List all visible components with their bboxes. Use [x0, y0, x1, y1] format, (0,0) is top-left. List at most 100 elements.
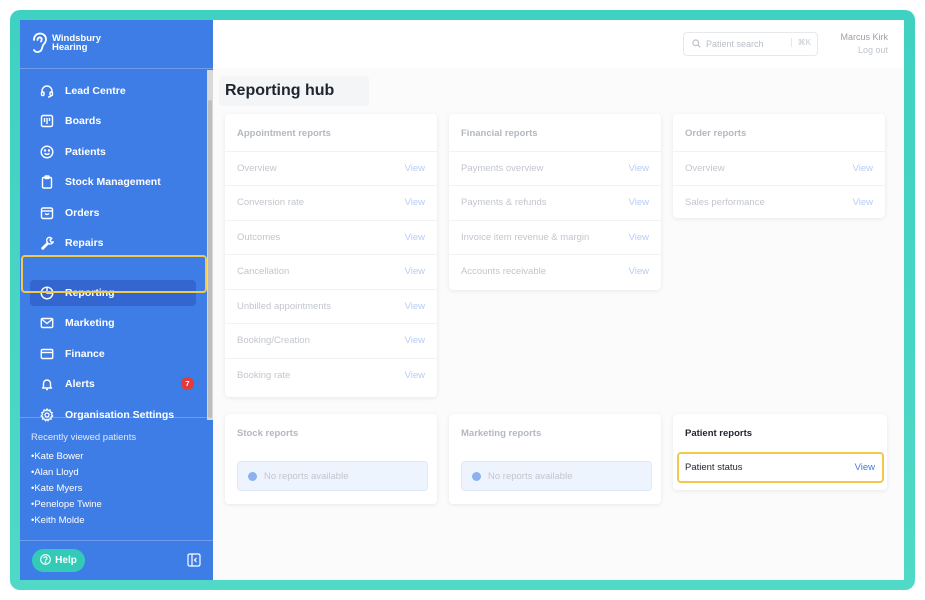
sidebar-item-stock-management[interactable]: Stock Management	[30, 169, 196, 195]
sidebar-item-label: Stock Management	[65, 176, 161, 188]
sidebar-item-finance[interactable]: Finance	[30, 341, 196, 367]
smile-icon	[40, 145, 54, 159]
report-row[interactable]: Sales performance View	[673, 185, 885, 219]
card-title: Financial reports	[461, 128, 538, 139]
view-link[interactable]: View	[853, 163, 873, 174]
recent-patients-list: Kate Bower Alan Lloyd Kate Myers Penelop…	[31, 449, 136, 529]
report-row[interactable]: Invoice item revenue & margin View	[449, 220, 661, 254]
report-row[interactable]: Overview View	[673, 151, 885, 185]
report-row[interactable]: Outcomes View	[225, 220, 437, 254]
sidebar-item-patients[interactable]: Patients	[30, 139, 196, 165]
sidebar-item-label: Orders	[65, 207, 100, 219]
recent-patient-link[interactable]: Keith Molde	[31, 513, 136, 529]
sidebar-item-orders[interactable]: Orders	[30, 200, 196, 226]
patient-status-highlight-outline	[677, 452, 884, 483]
view-link[interactable]: View	[405, 163, 425, 174]
report-row[interactable]: Conversion rate View	[225, 185, 437, 219]
view-link[interactable]: View	[629, 163, 649, 174]
report-row[interactable]: Accounts receivable View	[449, 254, 661, 288]
recently-viewed-patients: Recently viewed patients Kate Bower Alan…	[31, 432, 136, 529]
patient-reports-card: Patient reports Patient status View	[673, 414, 887, 490]
marketing-reports-card: Marketing reports No reports available	[449, 414, 661, 504]
report-row[interactable]: Booking/Creation View	[225, 323, 437, 357]
report-name: Accounts receivable	[461, 266, 547, 277]
sidebar-item-label: Alerts	[65, 378, 95, 390]
view-link[interactable]: View	[629, 266, 649, 277]
question-circle-icon	[40, 553, 52, 568]
empty-state: No reports available	[237, 461, 428, 491]
report-row[interactable]: Booking rate View	[225, 358, 437, 392]
gear-icon	[40, 408, 54, 422]
ear-icon	[30, 32, 48, 54]
report-name: Payments overview	[461, 163, 544, 174]
report-name: Unbilled appointments	[237, 301, 332, 312]
view-link[interactable]: View	[405, 301, 425, 312]
sidebar-item-boards[interactable]: Boards	[30, 108, 196, 134]
stock-reports-card: Stock reports No reports available	[225, 414, 437, 504]
report-name: Overview	[685, 163, 725, 174]
view-link[interactable]: View	[405, 370, 425, 381]
view-link[interactable]: View	[405, 197, 425, 208]
search-placeholder: Patient search	[706, 39, 764, 49]
recent-patient-link[interactable]: Penelope Twine	[31, 497, 136, 513]
sidebar-item-repairs[interactable]: Repairs	[30, 230, 196, 256]
collapse-sidebar-icon[interactable]	[187, 553, 201, 567]
card-title: Marketing reports	[461, 428, 542, 439]
logout-link[interactable]: Log out	[840, 45, 888, 55]
sidebar-item-organisation-settings[interactable]: Organisation Settings	[30, 402, 196, 428]
sidebar-item-lead-centre[interactable]: Lead Centre	[30, 78, 196, 104]
sidebar: Windsbury Hearing Lead Centre Boards Pat…	[20, 20, 213, 580]
report-name: Sales performance	[685, 197, 765, 208]
report-name: Conversion rate	[237, 197, 305, 208]
sidebar-item-label: Marketing	[65, 317, 115, 329]
pie-chart-icon	[40, 286, 54, 300]
sidebar-item-label: Boards	[65, 115, 102, 127]
report-name: Invoice item revenue & margin	[461, 232, 590, 243]
report-name: Booking rate	[237, 370, 291, 381]
divider	[20, 540, 213, 541]
sidebar-item-reporting[interactable]: Reporting	[30, 280, 196, 306]
report-row[interactable]: Cancellation View	[225, 254, 437, 288]
card-title: Order reports	[685, 128, 747, 139]
view-link[interactable]: View	[629, 197, 649, 208]
bell-icon	[40, 377, 54, 391]
financial-reports-card: Financial reports Payments overview View …	[449, 114, 661, 290]
help-button[interactable]: Help	[32, 549, 85, 572]
sidebar-item-label: Lead Centre	[65, 85, 126, 97]
brand-name: Windsbury Hearing	[52, 34, 101, 53]
help-label: Help	[55, 555, 77, 566]
user-menu: Marcus Kirk Log out	[840, 32, 888, 55]
view-link[interactable]: View	[853, 197, 873, 208]
search-shortcut-hint: ⌘K	[790, 38, 811, 47]
user-name: Marcus Kirk	[840, 32, 888, 42]
recent-patient-link[interactable]: Alan Lloyd	[31, 465, 136, 481]
report-row[interactable]: Unbilled appointments View	[225, 289, 437, 323]
recent-patient-link[interactable]: Kate Myers	[31, 481, 136, 497]
sidebar-item-label: Repairs	[65, 237, 104, 249]
divider	[20, 417, 207, 418]
empty-state: No reports available	[461, 461, 652, 491]
patient-search-input[interactable]: Patient search ⌘K	[683, 32, 818, 56]
sidebar-scrollbar-thumb[interactable]	[208, 100, 212, 418]
view-link[interactable]: View	[405, 232, 425, 243]
report-name: Payments & refunds	[461, 197, 547, 208]
view-link[interactable]: View	[405, 335, 425, 346]
report-row[interactable]: Overview View	[225, 151, 437, 185]
brand-logo[interactable]: Windsbury Hearing	[30, 32, 101, 54]
report-name: Cancellation	[237, 266, 290, 277]
brand-name-line2: Hearing	[52, 42, 88, 53]
sidebar-item-marketing[interactable]: Marketing	[30, 310, 196, 336]
report-row[interactable]: Payments & refunds View	[449, 185, 661, 219]
card-title: Stock reports	[237, 428, 299, 439]
order-reports-card: Order reports Overview View Sales perform…	[673, 114, 885, 218]
sidebar-item-alerts[interactable]: Alerts 7	[30, 371, 196, 397]
clipboard-icon	[40, 175, 54, 189]
view-link[interactable]: View	[405, 266, 425, 277]
recent-patient-link[interactable]: Kate Bower	[31, 449, 136, 465]
divider	[20, 68, 213, 69]
sidebar-item-label: Reporting	[65, 287, 115, 299]
view-link[interactable]: View	[629, 232, 649, 243]
sidebar-item-label: Finance	[65, 348, 105, 360]
report-name: Booking/Creation	[237, 335, 310, 346]
report-row[interactable]: Payments overview View	[449, 151, 661, 185]
